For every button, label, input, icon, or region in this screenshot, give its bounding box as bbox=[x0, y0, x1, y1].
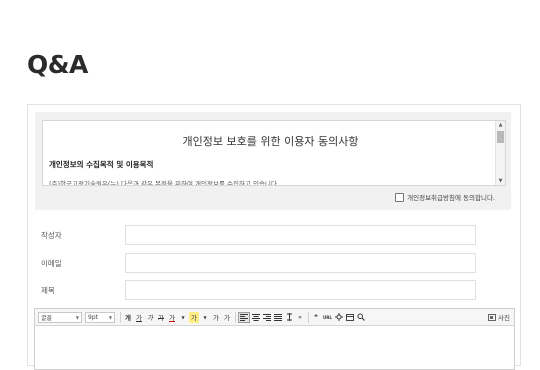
highlight-color-button[interactable]: 가 bbox=[189, 311, 199, 323]
author-input[interactable] bbox=[125, 225, 476, 245]
align-right-button[interactable] bbox=[262, 312, 272, 323]
line-height-icon bbox=[286, 313, 292, 321]
text-color-button[interactable]: 가 bbox=[167, 312, 177, 323]
align-left-button[interactable] bbox=[238, 311, 250, 323]
search-button[interactable] bbox=[356, 312, 366, 323]
line-height-button[interactable] bbox=[284, 312, 294, 323]
agree-row: 개인정보취급방침에 동의합니다. bbox=[395, 192, 495, 202]
editor-toolbar: 굴꼴 ▼ 9pt ▼ 개 가 가 가 가 ▼ 가 ▼ 가 가 » ❝ URL 사… bbox=[35, 309, 514, 326]
consent-text-box[interactable]: 개인정보 보호를 위한 이용자 동의사항 개인정보의 수집목적 및 이용목적 (… bbox=[42, 120, 506, 186]
photo-label: 사진 bbox=[498, 314, 510, 322]
subject-label: 제목 bbox=[41, 286, 55, 295]
chevron-down-icon: ▼ bbox=[75, 314, 79, 320]
strikethrough-button[interactable]: 가 bbox=[156, 312, 166, 323]
page-title: Q&A bbox=[27, 50, 88, 79]
special-char-icon bbox=[334, 313, 343, 321]
toolbar-divider bbox=[308, 311, 309, 323]
special-char-button[interactable] bbox=[334, 312, 344, 323]
italic-button[interactable]: 가 bbox=[145, 312, 155, 323]
email-label: 이메일 bbox=[41, 259, 62, 268]
url-link-button[interactable]: URL bbox=[322, 312, 333, 323]
align-center-icon bbox=[252, 313, 260, 321]
subscript-button[interactable]: 가 bbox=[222, 312, 232, 323]
underline-button[interactable]: 가 bbox=[134, 312, 144, 323]
text-color-dropdown-icon[interactable]: ▼ bbox=[178, 312, 188, 323]
email-row: 이메일 bbox=[28, 253, 520, 275]
highlight-dropdown-icon[interactable]: ▼ bbox=[200, 312, 210, 323]
align-justify-button[interactable] bbox=[273, 312, 283, 323]
scroll-down-arrow-icon[interactable]: ▼ bbox=[496, 177, 505, 185]
agree-label[interactable]: 개인정보취급방침에 동의합니다. bbox=[407, 192, 495, 202]
subject-input[interactable] bbox=[125, 280, 476, 300]
toolbar-divider bbox=[120, 311, 121, 323]
agree-checkbox[interactable] bbox=[395, 192, 405, 202]
author-label: 작성자 bbox=[41, 231, 62, 240]
font-family-value: 굴꼴 bbox=[41, 314, 53, 322]
align-center-button[interactable] bbox=[251, 312, 261, 323]
consent-subtitle: 개인정보의 수집목적 및 이용목적 bbox=[49, 160, 154, 169]
search-icon bbox=[357, 313, 365, 321]
font-size-select[interactable]: 9pt ▼ bbox=[85, 311, 115, 323]
superscript-button[interactable]: 가 bbox=[211, 312, 221, 323]
quote-button[interactable]: ❝ bbox=[311, 312, 321, 323]
font-family-select[interactable]: 굴꼴 ▼ bbox=[38, 311, 82, 323]
consent-scrollbar[interactable]: ▲ ▼ bbox=[495, 121, 505, 185]
font-size-value: 9pt bbox=[88, 313, 98, 321]
author-row: 작성자 bbox=[28, 225, 520, 247]
subject-row: 제목 bbox=[28, 280, 520, 302]
align-right-icon bbox=[263, 313, 271, 321]
table-icon bbox=[345, 313, 354, 321]
consent-body: (주)한국고정기술원은(는) 다음과 같은 목적을 위하여 개인정보를 수집하고… bbox=[49, 180, 282, 186]
privacy-consent-panel: 개인정보 보호를 위한 이용자 동의사항 개인정보의 수집목적 및 이용목적 (… bbox=[35, 112, 511, 210]
scroll-up-arrow-icon[interactable]: ▲ bbox=[496, 121, 505, 129]
more-options-button[interactable]: » bbox=[295, 312, 305, 323]
email-input[interactable] bbox=[125, 253, 476, 273]
photo-icon bbox=[488, 313, 497, 321]
bold-button[interactable]: 개 bbox=[123, 312, 133, 323]
align-justify-icon bbox=[274, 313, 282, 321]
consent-title: 개인정보 보호를 위한 이용자 동의사항 bbox=[182, 135, 359, 148]
toolbar-divider bbox=[235, 311, 236, 323]
chevron-down-icon: ▼ bbox=[108, 314, 112, 320]
photo-upload-button[interactable]: 사진 bbox=[488, 312, 510, 322]
scroll-thumb[interactable] bbox=[497, 131, 504, 143]
qna-form: 개인정보 보호를 위한 이용자 동의사항 개인정보의 수집목적 및 이용목적 (… bbox=[27, 104, 521, 370]
align-left-icon bbox=[240, 313, 248, 321]
table-button[interactable] bbox=[345, 312, 355, 323]
content-editor[interactable]: 굴꼴 ▼ 9pt ▼ 개 가 가 가 가 ▼ 가 ▼ 가 가 » ❝ URL 사… bbox=[34, 308, 515, 370]
